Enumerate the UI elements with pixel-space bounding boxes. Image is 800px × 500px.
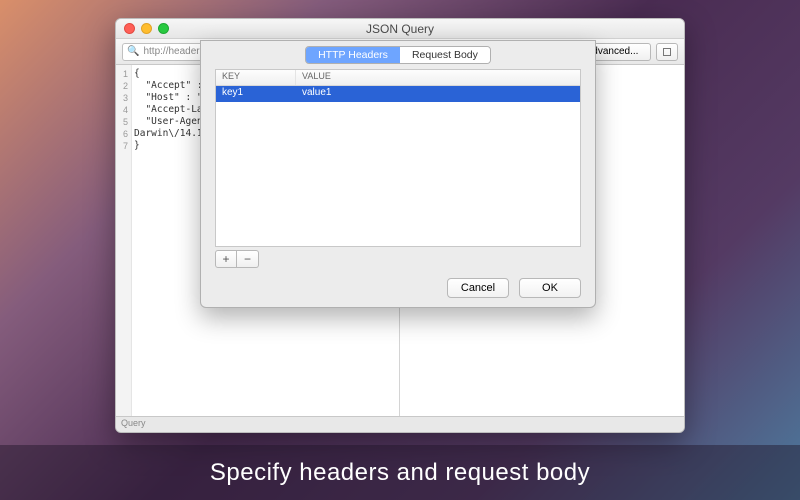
advanced-modal: HTTP Headers Request Body KEY VALUE key1…	[200, 40, 596, 308]
close-icon[interactable]	[124, 23, 135, 34]
cancel-button[interactable]: Cancel	[447, 278, 509, 298]
column-key[interactable]: KEY	[216, 70, 296, 85]
minimize-icon[interactable]	[141, 23, 152, 34]
table-row[interactable]: key1 value1	[216, 86, 580, 102]
headers-table[interactable]: KEY VALUE key1 value1	[215, 69, 581, 247]
line-gutter: 1234567	[116, 65, 132, 416]
column-value[interactable]: VALUE	[296, 70, 580, 85]
ok-button[interactable]: OK	[519, 278, 581, 298]
search-icon: 🔍	[127, 46, 139, 57]
table-footer: + −	[215, 247, 581, 267]
cell-value[interactable]: value1	[296, 86, 580, 102]
modal-footer: Cancel OK	[201, 275, 595, 307]
tab-http-headers[interactable]: HTTP Headers	[306, 47, 400, 63]
remove-row-button[interactable]: −	[237, 250, 259, 268]
cell-key[interactable]: key1	[216, 86, 296, 102]
titlebar: JSON Query	[116, 19, 684, 39]
caption-text: Specify headers and request body	[210, 459, 590, 487]
status-text: Query	[121, 418, 146, 428]
status-bar: Query	[116, 416, 684, 432]
window-title: JSON Query	[116, 22, 684, 36]
layout-icon	[663, 48, 671, 56]
background: JSON Query 🔍 http://headers.jsontest.com…	[0, 0, 800, 500]
zoom-icon[interactable]	[158, 23, 169, 34]
caption-bar: Specify headers and request body	[0, 445, 800, 500]
table-header: KEY VALUE	[216, 70, 580, 86]
tab-request-body[interactable]: Request Body	[400, 47, 490, 63]
layout-toggle-button[interactable]	[656, 43, 678, 61]
add-row-button[interactable]: +	[215, 250, 237, 268]
modal-tabs: HTTP Headers Request Body	[201, 41, 595, 69]
